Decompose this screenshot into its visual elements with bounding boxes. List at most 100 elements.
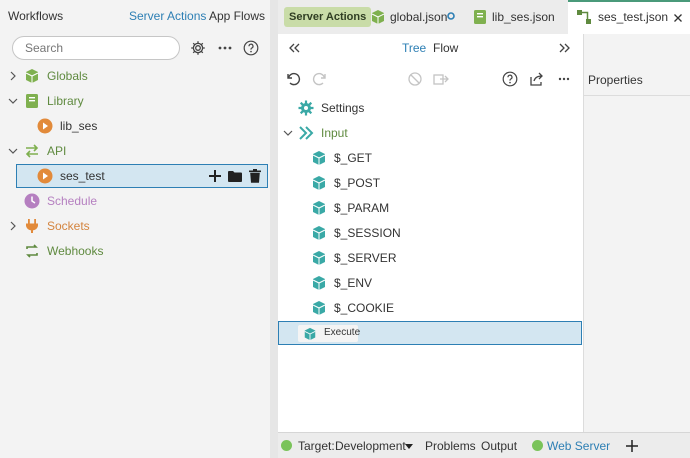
search-input[interactable] bbox=[12, 36, 180, 60]
cube-icon bbox=[302, 326, 318, 342]
tab-global-json[interactable]: global.json bbox=[366, 0, 462, 34]
web-server-tab[interactable]: Web Server bbox=[547, 439, 610, 453]
undo-icon[interactable] bbox=[285, 71, 301, 87]
play-icon bbox=[37, 118, 53, 134]
tree-item-label: Globals bbox=[47, 69, 88, 83]
editor-item-get[interactable]: $_GET bbox=[278, 146, 583, 170]
folder-icon[interactable] bbox=[227, 168, 243, 184]
chevron-right-icon[interactable] bbox=[7, 220, 19, 232]
trash-icon[interactable] bbox=[247, 168, 263, 184]
globals-cube-icon bbox=[24, 68, 40, 84]
editor-item-env[interactable]: $_ENV bbox=[278, 271, 583, 295]
collapse-left-icon[interactable] bbox=[286, 40, 302, 56]
tree-item-label: Execute bbox=[324, 327, 361, 338]
tab-label: global.json bbox=[390, 10, 448, 24]
tree-item-globals[interactable]: Globals bbox=[0, 64, 270, 88]
editor-item-param[interactable]: $_PARAM bbox=[278, 196, 583, 220]
editor-item-settings[interactable]: Settings bbox=[278, 96, 583, 120]
editor-tab-bar: Server Actions global.json lib_ses.json … bbox=[278, 0, 690, 34]
tab-ses-test-json[interactable]: ses_test.json bbox=[568, 0, 690, 34]
tree-item-label: Webhooks bbox=[47, 244, 104, 258]
add-icon[interactable] bbox=[625, 439, 639, 453]
tree-item-library[interactable]: Library bbox=[0, 89, 270, 113]
tree-item-label: API bbox=[47, 144, 67, 158]
expand-right-icon[interactable] bbox=[557, 40, 573, 56]
editor-item-session[interactable]: $_SESSION bbox=[278, 221, 583, 245]
editor-item-cookie[interactable]: $_COOKIE bbox=[278, 296, 583, 320]
tree-item-label: $_COOKIE bbox=[334, 301, 395, 315]
server-actions-badge: Server Actions bbox=[284, 7, 372, 27]
help-icon[interactable] bbox=[242, 39, 260, 57]
library-book-icon bbox=[24, 93, 40, 109]
export-icon[interactable] bbox=[529, 71, 545, 87]
editor-item-server[interactable]: $_SERVER bbox=[278, 246, 583, 270]
tree-item-label: lib_ses bbox=[60, 119, 98, 133]
webhook-loop-icon bbox=[24, 243, 40, 259]
tree-item-label: Settings bbox=[321, 101, 365, 115]
gear-icon[interactable] bbox=[189, 39, 207, 57]
move-icon bbox=[433, 71, 449, 87]
tab-app-flows[interactable]: App Flows bbox=[209, 9, 265, 23]
book-icon bbox=[472, 9, 488, 25]
properties-divider bbox=[584, 95, 690, 96]
tree-item-label: $_PARAM bbox=[334, 201, 390, 215]
disable-icon bbox=[407, 71, 423, 87]
plug-icon bbox=[24, 218, 40, 234]
cube-icon bbox=[311, 300, 327, 316]
tree-item-sockets[interactable]: Sockets bbox=[0, 214, 270, 238]
tree-item-webhooks[interactable]: Webhooks bbox=[0, 239, 270, 263]
tree-item-lib-ses[interactable]: lib_ses bbox=[0, 114, 270, 138]
caret-down-icon[interactable] bbox=[404, 442, 414, 450]
help-icon[interactable] bbox=[502, 71, 518, 87]
tree-item-label: Sockets bbox=[47, 219, 90, 233]
tree-item-label: Library bbox=[47, 94, 84, 108]
settings-gear-icon bbox=[298, 100, 314, 116]
chevron-down-icon[interactable] bbox=[282, 127, 294, 139]
view-flow-toggle[interactable]: Flow bbox=[433, 41, 458, 55]
problems-tab[interactable]: Problems bbox=[425, 439, 476, 453]
panel-splitter[interactable] bbox=[270, 0, 278, 458]
cube-icon bbox=[311, 175, 327, 191]
chevron-down-icon[interactable] bbox=[7, 145, 19, 157]
tab-label: lib_ses.json bbox=[492, 10, 555, 24]
more-options-icon[interactable] bbox=[556, 71, 572, 87]
tree-item-label: ses_test bbox=[60, 169, 105, 183]
chevron-down-icon[interactable] bbox=[7, 95, 19, 107]
tree-item-ses-test[interactable]: ses_test bbox=[16, 164, 268, 188]
target-select[interactable]: Development bbox=[335, 439, 406, 453]
close-icon[interactable] bbox=[670, 10, 686, 26]
editor-item-post[interactable]: $_POST bbox=[278, 171, 583, 195]
tree-item-label: Input bbox=[321, 126, 348, 140]
input-double-chevron-icon bbox=[298, 125, 314, 141]
more-options-icon[interactable] bbox=[217, 39, 233, 57]
output-tab[interactable]: Output bbox=[481, 439, 517, 453]
tab-server-actions[interactable]: Server Actions bbox=[129, 9, 206, 23]
cube-icon bbox=[311, 250, 327, 266]
editor-item-execute[interactable]: Execute bbox=[278, 321, 582, 345]
tree-item-api[interactable]: API bbox=[0, 139, 270, 163]
cube-icon bbox=[370, 9, 386, 25]
target-label: Target: bbox=[298, 439, 335, 453]
tree-item-label: $_ENV bbox=[334, 276, 373, 290]
status-bar: Target: Development Problems Output Web … bbox=[278, 432, 690, 458]
redo-icon bbox=[311, 71, 327, 87]
chevron-right-icon[interactable] bbox=[7, 70, 19, 82]
workflows-panel: Workflows Server Actions App Flows Globa… bbox=[0, 0, 270, 458]
tab-label: ses_test.json bbox=[598, 10, 669, 24]
web-server-status-dot bbox=[532, 440, 543, 451]
api-arrows-icon bbox=[24, 143, 40, 159]
unsaved-dot-icon bbox=[446, 11, 456, 21]
add-icon[interactable] bbox=[207, 168, 223, 184]
editor-panel: Tree Flow Settings Input $_GET $_POST $_… bbox=[278, 34, 583, 432]
tab-workflows[interactable]: Workflows bbox=[8, 9, 63, 23]
view-tree-toggle[interactable]: Tree bbox=[402, 41, 426, 55]
left-panel-tabs: Workflows Server Actions App Flows bbox=[0, 0, 270, 34]
play-icon bbox=[37, 168, 53, 184]
tab-lib-ses-json[interactable]: lib_ses.json bbox=[470, 0, 566, 34]
properties-panel: Properties bbox=[583, 34, 690, 432]
cube-icon bbox=[311, 200, 327, 216]
tree-item-schedule[interactable]: Schedule bbox=[0, 189, 270, 213]
clock-icon bbox=[24, 193, 40, 209]
tree-item-label: $_POST bbox=[334, 176, 381, 190]
editor-item-input[interactable]: Input bbox=[278, 121, 583, 145]
